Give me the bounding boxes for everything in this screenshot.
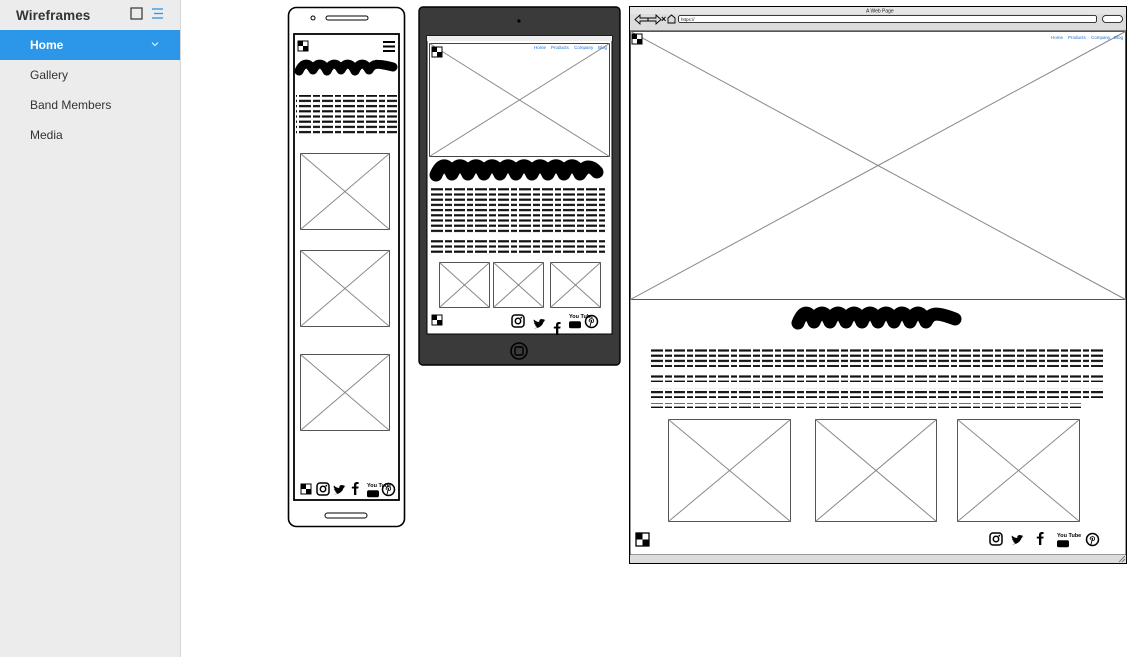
app-window: Wireframes Home Gallery Band Members Med… (0, 0, 1135, 657)
single-page-view-icon[interactable] (130, 7, 143, 20)
nav-link-products[interactable]: Products (1068, 35, 1087, 40)
address-bar[interactable] (678, 15, 1097, 23)
logo-placeholder-icon (431, 46, 443, 58)
sidebar-item-media[interactable]: Media (0, 120, 180, 150)
address-bar-url: https:// (681, 17, 695, 22)
phone-wireframe[interactable]: You Tube (287, 6, 406, 528)
logo-placeholder-icon (297, 40, 309, 52)
image-placeholder (815, 419, 937, 522)
browser-search-button[interactable] (1102, 15, 1123, 23)
logo-placeholder-icon (635, 532, 650, 547)
image-placeholder (957, 419, 1080, 522)
nav-link-blog[interactable]: Blog (1114, 35, 1124, 40)
sidebar-tools (130, 7, 164, 20)
sidebar-item-label: Media (30, 128, 63, 142)
sidebar-item-label: Gallery (30, 68, 69, 82)
sidebar-item-gallery[interactable]: Gallery (0, 60, 180, 90)
paragraph-placeholder (651, 403, 1081, 408)
hamburger-menu-icon[interactable] (383, 41, 395, 52)
nav-link-home[interactable]: Home (1051, 35, 1064, 40)
tablet-wireframe[interactable]: Home Products Company Blog (418, 6, 621, 366)
nav-link-company[interactable]: Company (1091, 35, 1111, 40)
nav-link-products[interactable]: Products (551, 45, 570, 50)
logo-placeholder-icon (431, 314, 443, 326)
browser-title: A Web Page (866, 9, 894, 15)
list-view-icon[interactable] (151, 7, 164, 20)
sidebar-title: Wireframes (16, 7, 91, 23)
image-placeholder (439, 262, 490, 308)
image-placeholder (668, 419, 791, 522)
paragraph-placeholder (429, 240, 607, 255)
sidebar-header: Wireframes (0, 0, 180, 30)
logo-placeholder-icon (631, 33, 643, 45)
paragraph-placeholder (429, 188, 607, 233)
sidebar: Wireframes Home Gallery Band Members Med… (0, 0, 181, 657)
wireframe-canvas-svg: You Tube Home Products Company Blog (287, 6, 1127, 564)
paragraph-placeholder (651, 388, 1103, 398)
image-placeholder (550, 262, 601, 308)
nav-link-home[interactable]: Home (534, 45, 547, 50)
paragraph-placeholder (651, 373, 1103, 382)
tablet-home-button[interactable] (510, 342, 528, 360)
wireframe-canvas[interactable]: You Tube Home Products Company Blog (181, 0, 1135, 657)
browser-statusbar (630, 555, 1126, 563)
logo-placeholder-icon (300, 483, 312, 495)
browser-wireframe[interactable]: A Web Page × https:// Home Products Comp… (629, 6, 1127, 564)
sidebar-item-band-members[interactable]: Band Members (0, 90, 180, 120)
tablet-status-bar (427, 36, 612, 41)
sidebar-item-label: Band Members (30, 98, 112, 112)
nav-link-company[interactable]: Company (574, 45, 594, 50)
image-placeholder (300, 354, 390, 431)
image-placeholder (300, 250, 390, 327)
stop-icon[interactable]: × (661, 14, 666, 24)
image-placeholder (493, 262, 544, 308)
paragraph-placeholder (296, 95, 397, 136)
image-placeholder (300, 153, 390, 230)
tablet-camera (517, 19, 521, 23)
paragraph-placeholder (651, 347, 1103, 367)
sidebar-item-home[interactable]: Home (0, 30, 180, 60)
youtube-icon-text: You Tube (1057, 533, 1081, 539)
sidebar-item-label: Home (30, 38, 64, 52)
chevron-down-icon[interactable] (150, 39, 160, 49)
